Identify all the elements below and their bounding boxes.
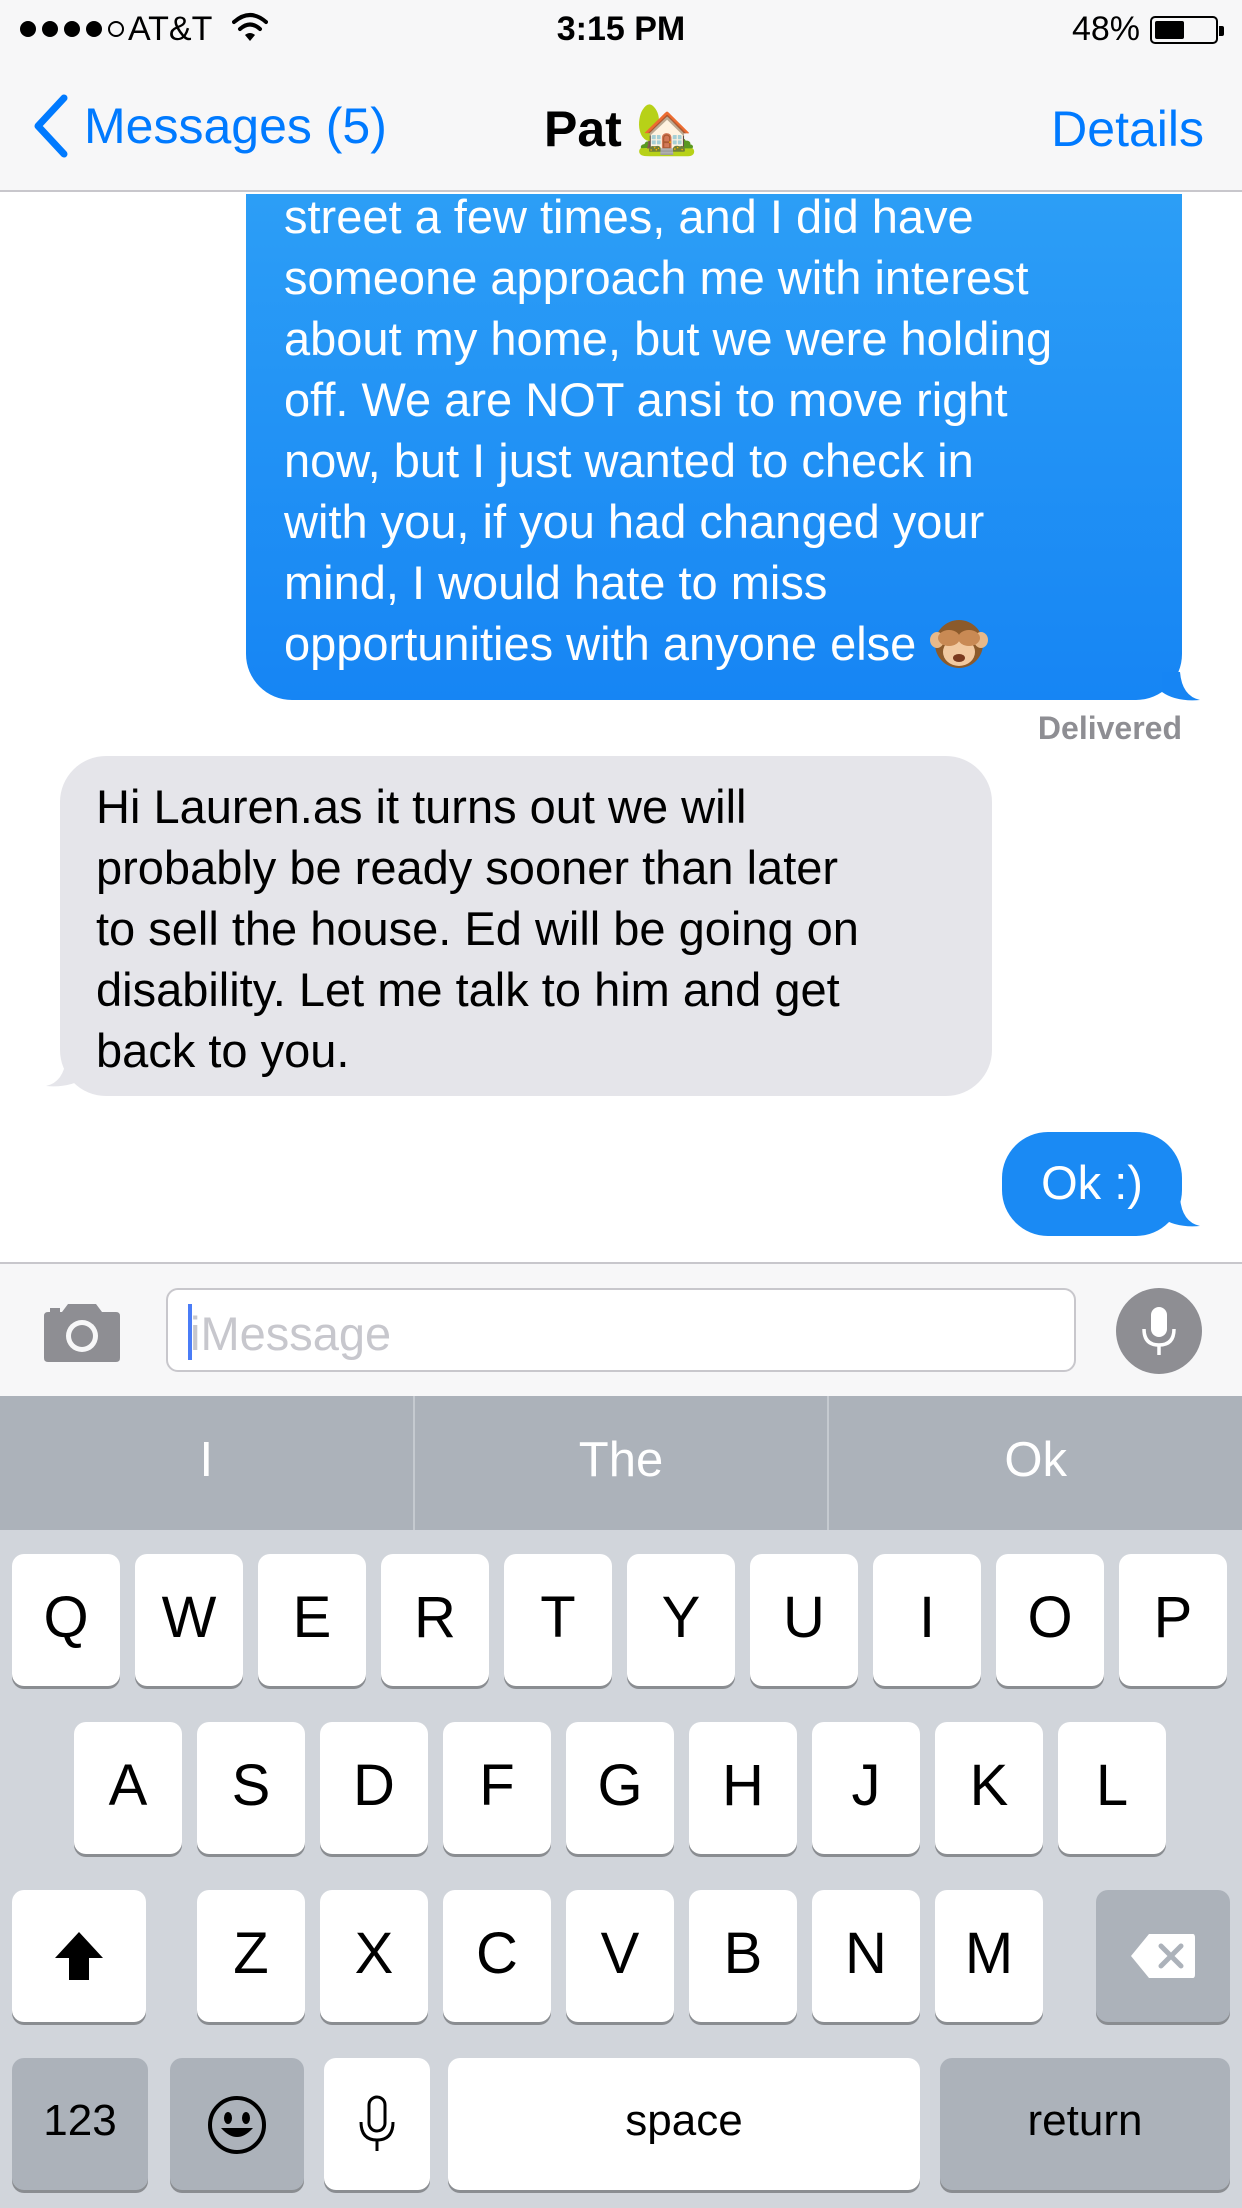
key-q[interactable]: Q	[12, 1554, 120, 1686]
emoji-face-icon	[208, 2096, 266, 2154]
message-line: someone approach me with interest	[284, 251, 1029, 304]
prediction-suggestion[interactable]: The	[412, 1396, 828, 1530]
details-button[interactable]: Details	[1051, 100, 1204, 158]
sent-message-bubble[interactable]: Ok :)	[1002, 1132, 1182, 1236]
key-r[interactable]: R	[381, 1554, 489, 1686]
numbers-key[interactable]: 123	[12, 2058, 148, 2190]
message-line: to sell the house. Ed will be going on	[96, 902, 859, 955]
backspace-icon	[1131, 1934, 1195, 1978]
camera-icon[interactable]	[40, 1300, 124, 1364]
message-line: off. We are NOT ansi to move right	[284, 373, 1008, 426]
message-input-placeholder: iMessage	[190, 1307, 392, 1360]
return-key[interactable]: return	[940, 2058, 1230, 2190]
key-v[interactable]: V	[566, 1890, 674, 2022]
received-message-bubble[interactable]: Hi Lauren.as it turns out we will probab…	[60, 756, 992, 1096]
shift-arrow-icon	[55, 1932, 103, 1980]
key-x[interactable]: X	[320, 1890, 428, 2022]
see-no-evil-monkey-icon	[930, 620, 989, 668]
key-b[interactable]: B	[689, 1890, 797, 2022]
key-p[interactable]: P	[1119, 1554, 1227, 1686]
key-c[interactable]: C	[443, 1890, 551, 2022]
dictation-key[interactable]	[324, 2058, 430, 2190]
prediction-suggestion[interactable]: I	[0, 1396, 413, 1530]
key-m[interactable]: M	[935, 1890, 1043, 2022]
key-n[interactable]: N	[812, 1890, 920, 2022]
key-o[interactable]: O	[996, 1554, 1104, 1686]
key-l[interactable]: L	[1058, 1722, 1166, 1854]
message-line: probably be ready sooner than later	[96, 841, 839, 894]
conversation-view[interactable]: street a few times, and I did have someo…	[0, 194, 1242, 1262]
key-d[interactable]: D	[320, 1722, 428, 1854]
emoji-key[interactable]	[170, 2058, 304, 2190]
key-h[interactable]: H	[689, 1722, 797, 1854]
key-k[interactable]: K	[935, 1722, 1043, 1854]
key-t[interactable]: T	[504, 1554, 612, 1686]
navigation-bar: Messages (5) Pat 🏡 Details	[0, 60, 1242, 192]
key-s[interactable]: S	[197, 1722, 305, 1854]
dictation-button[interactable]	[1116, 1288, 1202, 1374]
bubble-tail	[46, 1058, 84, 1087]
microphone-icon	[1142, 1307, 1176, 1355]
delivery-status: Delivered	[1037, 710, 1182, 746]
key-z[interactable]: Z	[197, 1890, 305, 2022]
space-key[interactable]: space	[448, 2058, 920, 2190]
message-line: disability. Let me talk to him and get	[96, 963, 840, 1016]
key-w[interactable]: W	[135, 1554, 243, 1686]
message-input[interactable]: iMessage	[166, 1288, 1076, 1372]
message-line: now, but I just wanted to check in	[284, 434, 974, 487]
status-bar: AT&T 3:15 PM 48%	[0, 0, 1242, 60]
key-j[interactable]: J	[812, 1722, 920, 1854]
shift-key[interactable]	[12, 1890, 146, 2022]
keyboard: Q W E R T Y U I O P A S D F G H J K L Z …	[0, 1530, 1242, 2208]
status-time: 3:15 PM	[556, 10, 686, 48]
delete-key[interactable]	[1096, 1890, 1230, 2022]
key-a[interactable]: A	[74, 1722, 182, 1854]
message-line: mind, I would hate to miss	[284, 556, 828, 609]
bubble-tail	[1162, 1198, 1200, 1227]
key-u[interactable]: U	[750, 1554, 858, 1686]
key-e[interactable]: E	[258, 1554, 366, 1686]
top-bar: AT&T 3:15 PM 48% Messages (5) Pat 🏡 Deta…	[0, 0, 1242, 192]
prediction-suggestion[interactable]: Ok	[827, 1396, 1242, 1530]
sent-message-bubble[interactable]: street a few times, and I did have someo…	[246, 194, 1182, 700]
message-line: opportunities with anyone else	[284, 613, 1146, 674]
key-f[interactable]: F	[443, 1722, 551, 1854]
key-g[interactable]: G	[566, 1722, 674, 1854]
message-line: about my home, but we were holding	[284, 312, 1053, 365]
microphone-icon	[359, 2095, 395, 2151]
battery-icon	[1150, 16, 1224, 44]
key-i[interactable]: I	[873, 1554, 981, 1686]
bubble-tail	[1162, 672, 1200, 701]
text-cursor	[188, 1304, 192, 1360]
predictive-text-bar: I The Ok	[0, 1396, 1242, 1530]
key-y[interactable]: Y	[627, 1554, 735, 1686]
message-line: street a few times, and I did have	[284, 194, 974, 243]
message-line: Hi Lauren.as it turns out we will	[96, 780, 747, 833]
message-input-bar: iMessage	[0, 1262, 1242, 1396]
message-line: with you, if you had changed your	[284, 495, 985, 548]
message-line: back to you.	[96, 1024, 350, 1077]
battery-percent: 48%	[1071, 10, 1140, 48]
